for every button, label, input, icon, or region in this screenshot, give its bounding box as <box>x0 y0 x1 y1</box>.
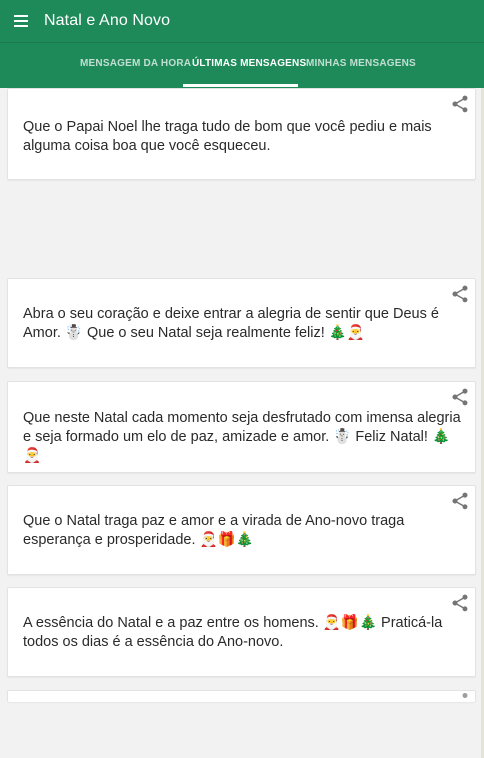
message-card-partial <box>7 690 476 702</box>
message-text: Que o Papai Noel lhe traga tudo de bom q… <box>23 119 432 154</box>
tab-indicator <box>183 84 298 87</box>
share-icon[interactable] <box>450 94 470 114</box>
message-card: Que neste Natal cada momento seja desfru… <box>7 381 476 473</box>
tab-mensagem-da-hora[interactable]: MENSAGEM DA HORA <box>80 58 191 69</box>
tabs-divider <box>0 42 484 43</box>
share-icon[interactable] <box>450 387 470 407</box>
menu-icon[interactable] <box>14 15 28 27</box>
share-icon[interactable] <box>450 491 470 511</box>
app-title: Natal e Ano Novo <box>44 12 171 29</box>
share-icon[interactable] <box>450 593 470 613</box>
share-icon[interactable] <box>450 693 470 703</box>
message-text: Que neste Natal cada momento seja desfru… <box>23 410 461 464</box>
share-icon[interactable] <box>450 284 470 304</box>
message-text: A essência do Natal e a paz entre os hom… <box>23 615 443 650</box>
message-card: A essência do Natal e a paz entre os hom… <box>7 587 476 677</box>
message-card: Abra o seu coração e deixe entrar a aleg… <box>7 278 476 368</box>
message-text: Que o Natal traga paz e amor e a virada … <box>23 513 405 548</box>
message-text: Abra o seu coração e deixe entrar a aleg… <box>23 306 439 341</box>
tab-ultimas-mensagens[interactable]: ÚLTIMAS MENSAGENS <box>192 58 306 69</box>
message-card: Que o Natal traga paz e amor e a virada … <box>7 485 476 575</box>
tab-minhas-mensagens[interactable]: MINHAS MENSAGENS <box>306 58 416 69</box>
message-card: Que o Papai Noel lhe traga tudo de bom q… <box>7 88 476 180</box>
app-bar: Natal e Ano Novo MENSAGEM DA HORA ÚLTIMA… <box>0 0 484 88</box>
